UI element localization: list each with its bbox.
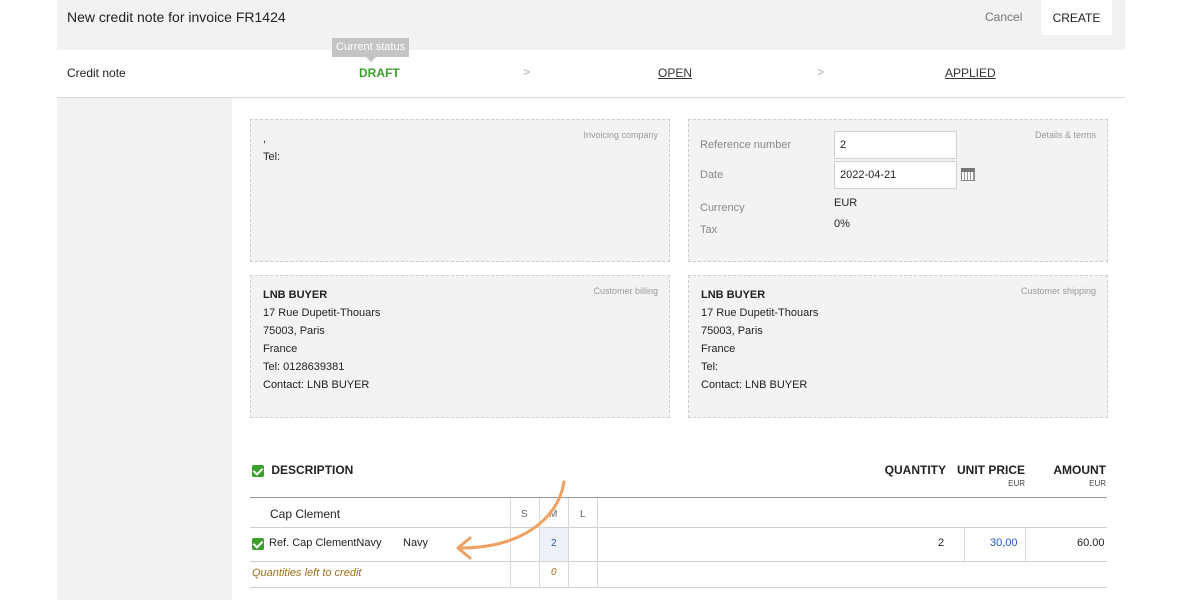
details-terms-card: Details & terms Reference number Date Cu… xyxy=(688,119,1108,262)
create-button[interactable]: CREATE xyxy=(1041,0,1112,35)
column-divider xyxy=(597,498,598,588)
table-divider xyxy=(250,587,1107,588)
line-item-color: Navy xyxy=(403,537,429,549)
description-header: DESCRIPTION xyxy=(252,463,353,477)
chevron-right-icon: > xyxy=(523,65,531,79)
shipping-contact: Contact: LNB BUYER xyxy=(701,379,808,391)
date-input[interactable] xyxy=(834,161,957,189)
document-type-label: Credit note xyxy=(67,66,126,80)
shipping-country: France xyxy=(701,343,736,355)
shipping-street: 17 Rue Dupetit-Thouars xyxy=(701,307,819,319)
line-amount: 60.00 xyxy=(1077,537,1105,549)
card-tag: Customer billing xyxy=(593,286,658,296)
tax-label: Tax xyxy=(700,224,718,236)
size-header-l: L xyxy=(580,509,586,520)
line-item-checkbox[interactable] xyxy=(252,538,264,550)
amount-currency: EUR xyxy=(1089,479,1106,488)
cancel-button[interactable]: Cancel xyxy=(985,10,1022,24)
quantity-header: QUANTITY xyxy=(884,463,946,477)
customer-country: France xyxy=(263,343,298,355)
annotation-arrow-icon xyxy=(456,480,566,560)
customer-tel: Tel: 0128639381 xyxy=(263,361,345,373)
customer-contact: Contact: LNB BUYER xyxy=(263,379,370,391)
left-side-panel xyxy=(57,98,232,600)
page-header: New credit note for invoice FR1424 Cance… xyxy=(57,0,1125,50)
shipping-name: LNB BUYER xyxy=(701,289,766,301)
column-divider xyxy=(964,528,965,561)
currency-value: EUR xyxy=(834,197,858,209)
table-divider xyxy=(250,527,1107,528)
shipping-tel: Tel: xyxy=(701,361,719,373)
company-address-line: , xyxy=(263,133,267,145)
date-label: Date xyxy=(700,169,724,181)
unit-price-header-label: UNIT PRICE xyxy=(956,463,1025,477)
currency-label: Currency xyxy=(700,202,745,214)
current-status-tooltip: Current status xyxy=(332,38,410,62)
reference-number-input[interactable] xyxy=(834,131,957,159)
line-unit-price[interactable]: 30,00 xyxy=(990,537,1018,549)
table-divider xyxy=(250,497,1107,498)
status-step-open[interactable]: OPEN xyxy=(658,66,692,80)
card-tag: Details & terms xyxy=(1034,130,1096,140)
invoicing-company-card: Invoicing company , Tel: xyxy=(250,119,670,262)
status-step-draft: DRAFT xyxy=(359,66,400,80)
card-tag: Customer shipping xyxy=(1020,286,1096,296)
table-divider xyxy=(250,561,1107,562)
line-quantity: 2 xyxy=(938,537,945,549)
page-title: New credit note for invoice FR1424 xyxy=(67,9,286,25)
unit-price-header: UNIT PRICE EUR xyxy=(952,463,1025,488)
status-step-applied[interactable]: APPLIED xyxy=(945,66,996,80)
company-tel: Tel: xyxy=(263,151,281,163)
calendar-icon[interactable] xyxy=(961,168,975,181)
shipping-city: 75003, Paris xyxy=(701,325,763,337)
left-to-credit-label: Quantities left to credit xyxy=(252,567,362,579)
reference-number-label: Reference number xyxy=(700,139,792,151)
chevron-right-icon: > xyxy=(817,65,825,79)
customer-city: 75003, Paris xyxy=(263,325,325,337)
customer-billing-card: Customer billing LNB BUYER 17 Rue Dupeti… xyxy=(250,275,670,418)
amount-header: AMOUNT EUR xyxy=(1040,463,1106,488)
description-header-label: DESCRIPTION xyxy=(271,463,354,477)
customer-shipping-card: Customer shipping LNB BUYER 17 Rue Dupet… xyxy=(688,275,1108,418)
product-name: Cap Clement xyxy=(270,507,341,521)
amount-header-label: AMOUNT xyxy=(1053,463,1106,477)
customer-street: 17 Rue Dupetit-Thouars xyxy=(263,307,381,319)
card-tag: Invoicing company xyxy=(583,130,658,140)
tax-value: 0% xyxy=(834,218,850,230)
select-all-checkbox[interactable] xyxy=(252,464,264,477)
unit-price-currency: EUR xyxy=(1008,479,1025,488)
status-bar: Credit note Current status DRAFT > OPEN … xyxy=(57,38,1125,98)
column-divider xyxy=(1025,528,1026,561)
customer-name: LNB BUYER xyxy=(263,289,328,301)
line-item-reference: Ref. Cap ClementNavy xyxy=(269,537,382,549)
